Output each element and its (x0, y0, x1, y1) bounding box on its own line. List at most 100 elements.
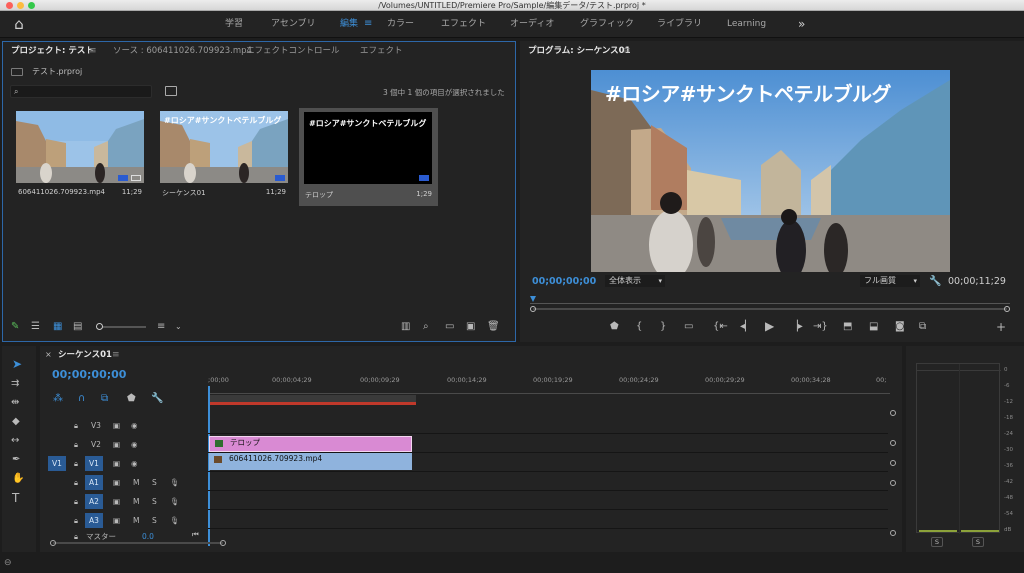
microphone-icon[interactable]: 🎙︎ (170, 512, 180, 530)
go-to-out-icon[interactable]: ⇥} (813, 321, 828, 333)
clip-video[interactable]: 606411026.709923.mp4 (209, 453, 412, 470)
microphone-icon[interactable]: 🎙︎ (170, 493, 180, 511)
timeline-settings-icon[interactable]: 🔧 (151, 393, 163, 405)
slider-handle[interactable] (96, 323, 103, 330)
workspace-audio[interactable]: オーディオ (510, 11, 554, 38)
more-workspaces-icon[interactable]: » (798, 11, 805, 38)
project-item-sequence[interactable]: #ロシア#サンクトペテルブルグ シーケンス01 11;29 (160, 111, 288, 207)
sync-lock-icon[interactable]: ▣ (113, 474, 120, 492)
program-playhead-timecode[interactable]: 00;00;00;00 (532, 276, 596, 287)
step-forward-icon[interactable]: ▕▸ (790, 321, 803, 333)
icon-view-icon[interactable]: ▦ (53, 321, 62, 333)
export-frame-icon[interactable]: ◙ (895, 321, 905, 333)
razor-tool-icon[interactable]: ◆ (12, 416, 20, 428)
sync-lock-icon[interactable]: ▣ (113, 493, 120, 511)
mute-button[interactable]: M (133, 474, 139, 492)
program-zoom-bar[interactable] (530, 306, 1010, 312)
header-horizontal-scrollbar[interactable] (50, 540, 226, 546)
new-item-icon[interactable]: ▣ (466, 321, 475, 333)
settings-wrench-icon[interactable]: 🔧 (929, 276, 941, 288)
zoom-select[interactable]: 全体表示 ▾ (605, 275, 665, 287)
list-view-icon[interactable]: ☰ (31, 321, 40, 333)
tab-effects[interactable]: エフェクト (360, 44, 403, 58)
snap-icon[interactable]: ∩ (78, 393, 85, 405)
ripple-edit-tool-icon[interactable]: ⇹ (11, 397, 19, 409)
timeline-vertical-scrollbar[interactable] (890, 410, 896, 540)
timeline-timecode[interactable]: 00;00;00;00 (52, 368, 126, 381)
status-info-icon[interactable]: ⊖ (4, 558, 12, 568)
project-item-video[interactable]: 606411026.709923.mp4 11;29 (16, 111, 144, 207)
step-back-icon[interactable]: ◂▏ (740, 321, 753, 333)
workspace-libraries[interactable]: ライブラリ (657, 11, 702, 38)
selection-tool-icon[interactable]: ➤ (12, 358, 22, 370)
solo-button[interactable]: S (152, 474, 157, 492)
mark-out-icon[interactable]: } (660, 321, 666, 333)
quality-select[interactable]: フル画質 ▾ (860, 275, 920, 287)
track-a1-label[interactable]: A1 (85, 475, 103, 490)
solo-left-button[interactable]: S (931, 537, 943, 547)
solo-right-button[interactable]: S (972, 537, 984, 547)
program-monitor-title[interactable]: プログラム: シーケンス01 (528, 44, 631, 58)
program-menu-icon[interactable]: ≡ (623, 46, 631, 56)
project-item-title[interactable]: #ロシア#サンクトペテルブルグ テロップ 1;29 (299, 108, 438, 206)
track-select-tool-icon[interactable]: ⇉ (11, 378, 19, 390)
pen-tool-icon[interactable]: ✒ (12, 454, 20, 466)
work-area-bar[interactable] (208, 395, 416, 405)
timeline-ruler[interactable] (208, 386, 890, 394)
source-patch-v1[interactable]: V1 (48, 456, 66, 471)
sequence-menu-icon[interactable]: ≡ (112, 350, 120, 360)
lock-icon[interactable]: 🔒︎ (74, 493, 78, 511)
zoom-bar-left-handle[interactable] (530, 306, 536, 312)
workspace-color[interactable]: カラー (387, 11, 414, 38)
automate-to-sequence-icon[interactable]: ▥ (401, 321, 410, 333)
workspace-effects[interactable]: エフェクト (441, 11, 486, 38)
mark-in-icon[interactable]: { (636, 321, 642, 333)
lock-icon[interactable]: 🔒︎ (74, 455, 78, 473)
lock-icon[interactable]: 🔒︎ (74, 474, 78, 492)
project-search-input[interactable]: ⌕ (10, 85, 152, 98)
button-editor-icon[interactable]: + (996, 321, 1006, 333)
add-marker-icon[interactable]: ⬟ (610, 321, 619, 333)
type-tool-icon[interactable]: T (12, 492, 19, 504)
panel-menu-icon[interactable]: ≡ (89, 46, 97, 56)
workspace-assembly[interactable]: アセンブリ (271, 11, 316, 38)
workspace-graphics[interactable]: グラフィック (580, 11, 634, 38)
play-icon[interactable]: ▶ (765, 320, 774, 332)
track-v3-label[interactable]: V3 (91, 417, 101, 435)
write-protect-icon[interactable]: ✎ (11, 321, 19, 333)
extract-icon[interactable]: ⬓ (869, 321, 878, 333)
sort-icons-icon[interactable]: ≡ (157, 321, 165, 333)
new-bin-from-search-icon[interactable] (165, 86, 177, 96)
mute-button[interactable]: M (133, 512, 139, 530)
tab-effect-controls[interactable]: エフェクトコントロール (246, 44, 340, 58)
program-playhead[interactable] (530, 296, 536, 302)
clip-title[interactable]: テロップ (209, 436, 412, 452)
eye-icon[interactable]: ◉ (131, 417, 138, 435)
microphone-icon[interactable]: 🎙︎ (170, 474, 180, 492)
workspace-learning[interactable]: Learning (727, 11, 766, 38)
eye-icon[interactable]: ◉ (131, 455, 138, 473)
close-sequence-icon[interactable]: × (45, 349, 52, 361)
track-a2-label[interactable]: A2 (85, 494, 103, 509)
program-time-ruler[interactable] (530, 296, 1010, 306)
sync-lock-icon[interactable]: ▣ (113, 455, 120, 473)
go-to-in-icon[interactable]: {⇤ (713, 321, 728, 333)
tab-project[interactable]: プロジェクト: テスト (11, 44, 94, 58)
track-v1-label[interactable]: V1 (85, 456, 103, 471)
track-v2-label[interactable]: V2 (91, 436, 101, 454)
lift-icon[interactable]: ⬒ (843, 321, 852, 333)
home-icon[interactable]: ⌂ (8, 15, 30, 33)
lock-icon[interactable]: 🔒︎ (74, 417, 78, 435)
safe-margins-icon[interactable]: ▭ (684, 321, 693, 333)
eye-icon[interactable]: ◉ (131, 436, 138, 454)
sort-chevron-icon[interactable]: ⌄ (175, 321, 182, 333)
workspace-editing[interactable]: 編集 (340, 11, 358, 38)
linked-selection-icon[interactable]: ⧉ (101, 393, 108, 405)
track-a3-label[interactable]: A3 (85, 513, 103, 528)
nest-toggle-icon[interactable]: ⁂ (53, 393, 63, 405)
comparison-view-icon[interactable]: ⧉ (919, 321, 926, 333)
add-marker-timeline-icon[interactable]: ⬟ (127, 393, 136, 405)
sync-lock-icon[interactable]: ▣ (113, 436, 120, 454)
slip-tool-icon[interactable]: ↔ (11, 435, 19, 447)
clear-icon[interactable]: 🗑 (487, 321, 500, 333)
